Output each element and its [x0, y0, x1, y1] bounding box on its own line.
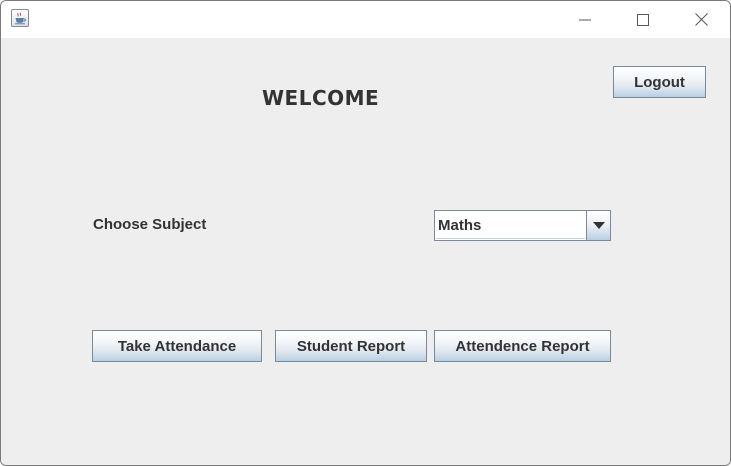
- main-panel: WELCOME Logout Choose Subject Maths Take…: [1, 38, 730, 465]
- student-report-button[interactable]: Student Report: [275, 330, 427, 362]
- select-divider: [436, 238, 585, 239]
- maximize-button[interactable]: [614, 1, 672, 38]
- subject-select-arrow-button[interactable]: [586, 211, 610, 240]
- logout-button[interactable]: Logout: [613, 66, 706, 98]
- welcome-heading: WELCOME: [262, 86, 380, 110]
- title-bar[interactable]: [1, 1, 730, 38]
- subject-select[interactable]: Maths: [434, 210, 611, 241]
- attendance-report-button[interactable]: Attendence Report: [434, 330, 611, 362]
- close-icon: [694, 13, 708, 26]
- choose-subject-label: Choose Subject: [93, 216, 207, 233]
- java-cup-icon[interactable]: [11, 9, 29, 27]
- take-attendance-button[interactable]: Take Attendance: [92, 330, 262, 362]
- app-window: WELCOME Logout Choose Subject Maths Take…: [0, 0, 731, 466]
- dropdown-arrow-icon: [592, 222, 605, 229]
- maximize-icon: [637, 13, 649, 26]
- close-button[interactable]: [672, 1, 730, 38]
- subject-select-value: Maths: [438, 217, 482, 234]
- minimize-button[interactable]: [556, 1, 614, 38]
- minimize-icon: [579, 19, 591, 20]
